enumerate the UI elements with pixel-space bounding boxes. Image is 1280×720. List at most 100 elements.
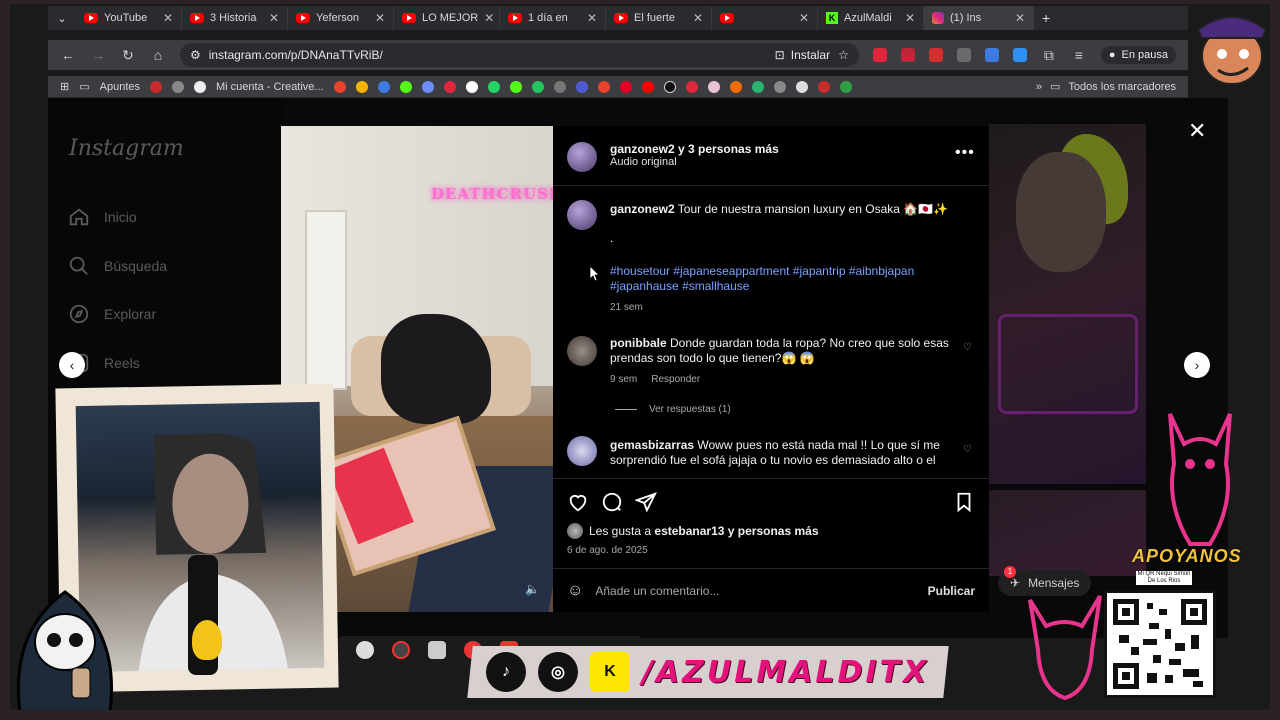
extension-icon[interactable]: [984, 48, 999, 62]
reload-icon[interactable]: ↻: [120, 47, 136, 64]
profile-paused-button[interactable]: ● En pausa: [1100, 46, 1176, 64]
bookmark-icon[interactable]: [751, 80, 764, 93]
extension-icon[interactable]: [956, 48, 971, 62]
bookmark-icon[interactable]: [465, 80, 478, 93]
like-comment-heart-icon[interactable]: ♡: [963, 342, 972, 353]
bookmark-icon[interactable]: [839, 80, 852, 93]
forward-icon[interactable]: →: [90, 47, 106, 63]
browser-tab[interactable]: LO MEJOR ✕: [394, 6, 500, 30]
bookmark-icon[interactable]: [333, 80, 346, 93]
previous-post-chevron-icon[interactable]: ‹: [59, 352, 85, 378]
bookmark-icon[interactable]: [597, 80, 610, 93]
post-author-link[interactable]: ganzonew2: [610, 142, 675, 156]
app-icon[interactable]: [392, 641, 410, 659]
sound-icon[interactable]: 🔈: [525, 582, 540, 596]
bookmark-icon[interactable]: [355, 80, 368, 93]
more-options-icon[interactable]: •••: [955, 144, 975, 162]
extension-icon[interactable]: [928, 48, 943, 62]
browser-tab[interactable]: YouTube ✕: [76, 6, 182, 30]
next-post-chevron-icon[interactable]: ›: [1184, 352, 1210, 378]
close-tab-icon[interactable]: ✕: [1015, 11, 1025, 25]
avatar[interactable]: [567, 200, 597, 230]
bookmark-mi-cuenta[interactable]: Mi cuenta - Creative...: [216, 81, 324, 93]
browser-tab[interactable]: ✕: [712, 6, 818, 30]
comment-input[interactable]: Añade un comentario...: [595, 584, 719, 598]
avatar[interactable]: [567, 336, 597, 366]
address-bar[interactable]: ⚙ instagram.com/p/DNAnaTTvRiB/ ⊡ Instalar…: [180, 43, 859, 67]
bookmark-icon[interactable]: [773, 80, 786, 93]
close-tab-icon[interactable]: ✕: [163, 11, 173, 25]
bookmark-icon[interactable]: [172, 80, 184, 93]
bookmark-icon[interactable]: [663, 80, 676, 93]
browser-tab[interactable]: Yeferson ✕: [288, 6, 394, 30]
close-tab-icon[interactable]: ✕: [484, 11, 494, 25]
youtube-icon[interactable]: [641, 80, 654, 93]
browser-tab[interactable]: K AzulMaldi ✕: [818, 6, 924, 30]
bookmark-apuntes[interactable]: Apuntes: [100, 81, 140, 93]
media-icon[interactable]: ≡: [1071, 47, 1087, 63]
extensions-puzzle-icon[interactable]: ⧉: [1041, 47, 1057, 64]
bookmark-icon[interactable]: [399, 80, 412, 93]
coauthors-text[interactable]: y 3 personas más: [675, 142, 779, 156]
close-tab-icon[interactable]: ✕: [375, 11, 385, 25]
publish-button[interactable]: Publicar: [928, 584, 975, 598]
bookmark-icon[interactable]: [575, 80, 588, 93]
site-info-icon[interactable]: ⚙: [190, 48, 201, 62]
bookmark-icon[interactable]: [817, 80, 830, 93]
hashtags-line[interactable]: #housetour #japaneseappartment #japantri…: [610, 264, 970, 279]
bookmark-icon[interactable]: [150, 80, 162, 93]
comment-user-link[interactable]: gemasbizarras: [610, 438, 694, 452]
comment-time[interactable]: 9 sem: [610, 372, 637, 387]
back-icon[interactable]: ←: [60, 47, 76, 63]
close-tab-icon[interactable]: ✕: [693, 11, 703, 25]
bookmark-icon[interactable]: [377, 80, 390, 93]
liker-link[interactable]: estebanar13: [654, 524, 724, 538]
browser-tab-active[interactable]: (1) Ins ✕: [924, 6, 1034, 30]
save-bookmark-icon[interactable]: [953, 491, 975, 513]
emoji-icon[interactable]: ☺: [567, 582, 583, 600]
browser-tab[interactable]: 1 día en ✕: [500, 6, 606, 30]
bookmark-icon[interactable]: [729, 80, 742, 93]
tab-search-chevron-icon[interactable]: ⌄: [48, 6, 76, 30]
avatar[interactable]: [567, 142, 597, 172]
avatar[interactable]: [567, 436, 597, 466]
bookmark-icon[interactable]: [421, 80, 434, 93]
like-heart-icon[interactable]: [567, 491, 589, 513]
extension-icon[interactable]: [900, 48, 915, 62]
comment-user-link[interactable]: ponibbale: [610, 336, 667, 350]
share-send-icon[interactable]: [635, 491, 657, 513]
bookmark-icon[interactable]: [707, 80, 720, 93]
browser-tab[interactable]: El fuerte ✕: [606, 6, 712, 30]
more-bookmarks-icon[interactable]: »: [1036, 81, 1042, 93]
audio-link[interactable]: Audio original: [610, 156, 779, 168]
bookmark-icon[interactable]: [443, 80, 456, 93]
close-tab-icon[interactable]: ✕: [269, 11, 279, 25]
view-replies-button[interactable]: Ver respuestas (1): [615, 404, 731, 415]
close-tab-icon[interactable]: ✕: [799, 11, 809, 25]
caption-time[interactable]: 21 sem: [610, 300, 643, 315]
reply-button[interactable]: Responder: [651, 372, 700, 387]
hashtags-line[interactable]: #japanhause #smallhause: [610, 279, 970, 294]
bookmark-icon[interactable]: [685, 80, 698, 93]
app-icon[interactable]: [356, 641, 374, 659]
bookmark-icon[interactable]: [531, 80, 544, 93]
install-app-button[interactable]: ⊡ Instalar: [775, 48, 830, 62]
bookmark-icon[interactable]: [553, 80, 566, 93]
all-bookmarks-link[interactable]: Todos los marcadores: [1068, 81, 1176, 93]
comment-bubble-icon[interactable]: [601, 491, 623, 513]
close-tab-icon[interactable]: ✕: [905, 11, 915, 25]
bookmark-icon[interactable]: [795, 80, 808, 93]
extension-icon[interactable]: [1012, 48, 1027, 62]
app-icon[interactable]: [428, 641, 446, 659]
likes-summary[interactable]: Les gusta a estebanar13 y personas más: [567, 523, 819, 539]
pinterest-icon[interactable]: [619, 80, 632, 93]
close-modal-icon[interactable]: ✕: [1188, 118, 1206, 144]
kick-icon[interactable]: [509, 80, 522, 93]
home-icon[interactable]: ⌂: [150, 47, 166, 63]
extension-icon[interactable]: [872, 48, 887, 62]
caption-user-link[interactable]: ganzonew2: [610, 202, 675, 216]
bookmark-star-icon[interactable]: ☆: [838, 48, 849, 62]
close-tab-icon[interactable]: ✕: [587, 11, 597, 25]
browser-tab[interactable]: 3 Historia ✕: [182, 6, 288, 30]
new-tab-icon[interactable]: +: [1034, 10, 1058, 26]
